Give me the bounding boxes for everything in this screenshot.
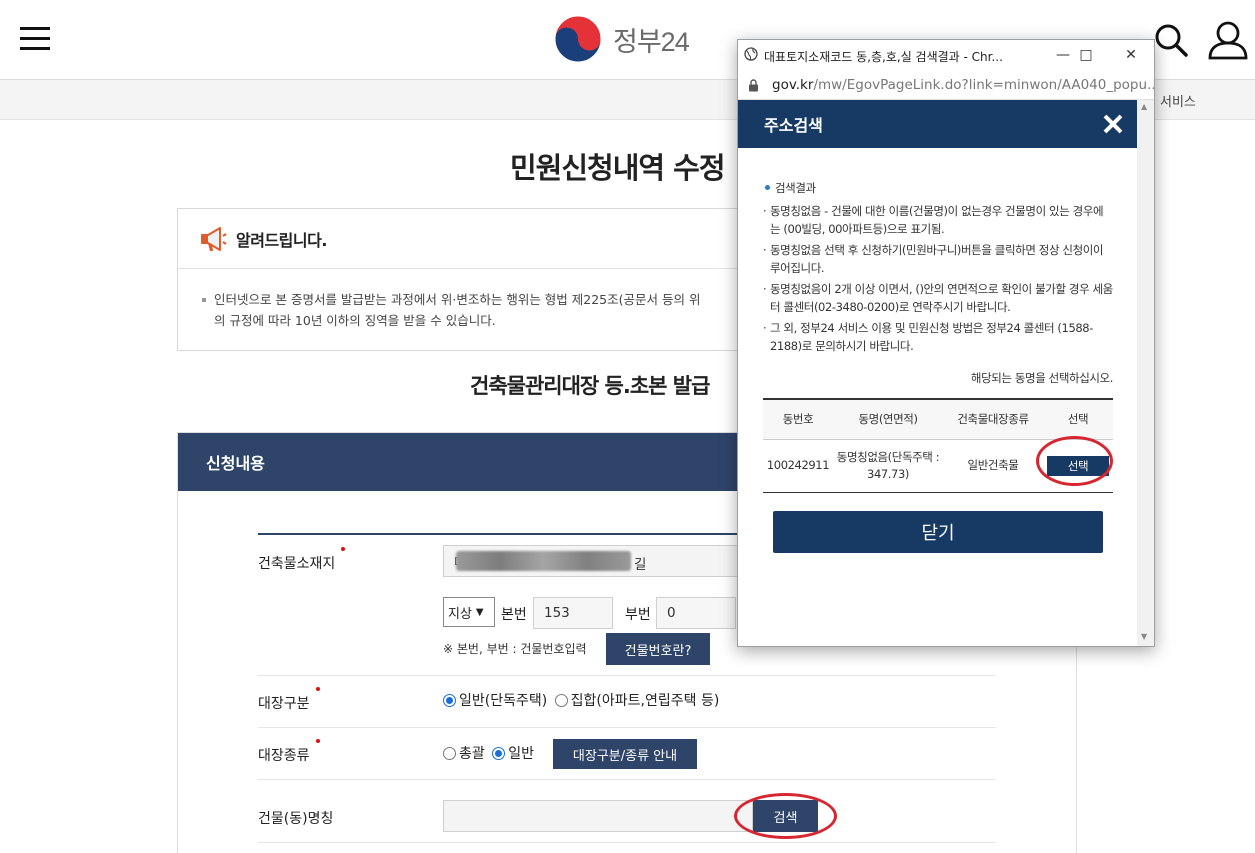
info-bullet: 동명칭없음이 2개 이상 이면서, ()안의 연면적으로 확인이 불가할 경우 … — [763, 280, 1113, 316]
popup-address-bar[interactable]: gov.kr/mw/EgovPageLink.do?link=minwon/AA… — [738, 70, 1154, 100]
url-path: /mw/EgovPageLink.do?link=minwon/AA040_po… — [813, 77, 1155, 93]
page-title: 민원신청내역 수정 — [510, 151, 726, 185]
address-field[interactable]: 대 길 — [443, 545, 743, 577]
url-host: gov.kr — [772, 77, 814, 93]
select-instruction: 해당되는 동명을 선택하십시오. — [970, 371, 1114, 385]
register-type-label-text: 대장종류 — [258, 748, 310, 764]
register-class-label-text: 대장구분 — [258, 696, 310, 712]
info-bullet: 그 외, 정부24 서비스 이용 및 민원신청 방법은 정부24 콜센터 (15… — [763, 319, 1113, 355]
land-type-value: 지상 — [448, 606, 472, 622]
building-search-button[interactable]: 검색 — [753, 800, 818, 832]
info-bullet: 동명칭없음 - 건물에 대한 이름(건물명)이 없는경우 건물명이 있는 경우에… — [763, 202, 1113, 238]
radio-general-type[interactable] — [492, 747, 506, 760]
nav-service-link[interactable]: 서비스 — [1160, 91, 1196, 110]
table-row: 100242911 동명칭없음(단독주택 : 347.73) 일반건축물 선택 — [763, 439, 1113, 493]
info-bullet: 동명칭없음 선택 후 신청하기(민원바구니)버튼을 클릭하면 정상 신청이이루어… — [763, 241, 1113, 277]
address-suffix: 길 — [634, 557, 647, 573]
land-type-select[interactable]: 지상 ▼ — [443, 597, 495, 627]
notice-title: 알려드립니다. — [236, 230, 327, 250]
popup-header-title: 주소검색 — [764, 116, 823, 135]
popup-header: 주소검색 — [738, 100, 1137, 148]
sub-no-label: 부번 — [625, 607, 651, 623]
popup-close-button[interactable]: 닫기 — [773, 511, 1103, 553]
radio-summary-type[interactable] — [443, 747, 456, 760]
popup-scrollbar[interactable]: ▲ ▼ — [1137, 100, 1154, 646]
sub-no-input[interactable]: 0 — [656, 597, 736, 629]
window-close-button[interactable]: ✕ — [1108, 40, 1154, 70]
dong-name-cell: 동명칭없음(단독주택 : 347.73) — [833, 439, 943, 493]
scroll-up-icon[interactable]: ▲ — [1141, 102, 1147, 111]
column-header: 건축물대장종류 — [943, 398, 1043, 440]
popup-url: gov.kr/mw/EgovPageLink.do?link=minwon/AA… — [772, 77, 1155, 93]
globe-icon — [744, 47, 758, 61]
select-dong-button[interactable]: 선택 — [1047, 455, 1109, 476]
scroll-down-icon[interactable]: ▼ — [1141, 632, 1147, 641]
required-mark — [341, 547, 346, 551]
radio-label[interactable]: 일반(단독주택) — [459, 693, 547, 709]
result-title: 검색결과 — [763, 180, 1113, 196]
service-title: 건축물관리대장 등.초본 발급 — [470, 374, 710, 398]
select-cell: 선택 — [1043, 439, 1113, 493]
building-number-help-button[interactable]: 건물번호란? — [606, 633, 710, 665]
redacted-address — [456, 551, 631, 571]
register-class-label: 대장구분 — [258, 687, 320, 713]
column-header: 동번호 — [763, 398, 833, 440]
register-type-label: 대장종류 — [258, 739, 320, 765]
chevron-down-icon: ▼ — [475, 606, 484, 618]
row-divider — [258, 842, 996, 843]
table-header-row: 동번호 동명(연면적) 건축물대장종류 선택 — [763, 398, 1113, 440]
building-name-label: 건물(동)명칭 — [258, 811, 334, 827]
address-label-text: 건축물소재지 — [258, 556, 336, 572]
taegeuk-logo-icon — [554, 15, 602, 63]
close-icon[interactable] — [1099, 110, 1127, 138]
address-search-popup: 대표토지소재코드 동,층,호,실 검색결과 - Chr... — □ ✕ gov… — [737, 39, 1155, 647]
radio-general-register[interactable] — [443, 694, 456, 707]
logo-text: 정부24 — [613, 26, 690, 57]
register-type-options: 총괄 일반 — [443, 743, 534, 763]
main-no-label: 본번 — [501, 607, 527, 623]
radio-label[interactable]: 일반 — [508, 746, 534, 762]
radio-label[interactable]: 총괄 — [459, 746, 485, 762]
column-header: 선택 — [1043, 398, 1113, 440]
popup-window-title: 대표토지소재코드 동,층,호,실 검색결과 - Chr... — [764, 50, 1003, 64]
lock-icon — [749, 79, 758, 92]
main-no-input[interactable]: 153 — [533, 597, 613, 629]
register-kind-cell: 일반건축물 — [943, 439, 1043, 493]
register-guide-button[interactable]: 대장구분/종류 안내 — [553, 739, 697, 769]
maximize-button[interactable]: □ — [1063, 40, 1109, 70]
building-name-input[interactable] — [443, 800, 753, 832]
menu-icon[interactable] — [20, 25, 50, 53]
row-divider — [258, 727, 996, 728]
radio-collective-register[interactable] — [554, 694, 568, 707]
megaphone-icon — [201, 226, 227, 251]
result-table: 동번호 동명(연면적) 건축물대장종류 선택 100242911 동명칭없음(단… — [763, 398, 1113, 493]
required-mark — [315, 739, 320, 743]
radio-label[interactable]: 집합(아파트,연립주택 등) — [571, 693, 720, 709]
row-divider — [258, 779, 996, 780]
popup-titlebar: 대표토지소재코드 동,층,호,실 검색결과 - Chr... — □ ✕ — [738, 40, 1154, 70]
required-mark — [315, 687, 320, 691]
user-icon[interactable] — [1207, 20, 1249, 60]
row-divider — [258, 675, 996, 676]
column-header: 동명(연면적) — [833, 398, 943, 440]
number-note: ※ 본번, 부번 : 건물번호입력 — [443, 642, 587, 656]
search-result-info: 검색결과 동명칭없음 - 건물에 대한 이름(건물명)이 없는경우 건물명이 있… — [763, 180, 1113, 355]
dong-number-cell: 100242911 — [763, 439, 833, 493]
search-icon[interactable] — [1153, 22, 1189, 58]
site-logo[interactable]: 정부24 — [553, 14, 690, 64]
register-class-options: 일반(단독주택) 집합(아파트,연립주택 등) — [443, 690, 719, 710]
address-label: 건축물소재지 — [258, 547, 346, 573]
